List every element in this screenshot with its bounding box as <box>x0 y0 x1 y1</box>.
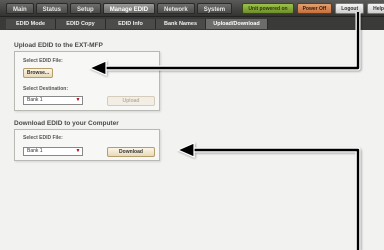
subtab-bank-names[interactable]: Bank Names <box>156 19 206 29</box>
subtab-edid-copy[interactable]: EDID Copy <box>56 19 106 29</box>
destination-select[interactable]: Bank 1 ▼ <box>23 96 83 105</box>
main-nav-bar: Main Status Setup Manage EDID Network Sy… <box>0 0 384 17</box>
help-button[interactable]: Help <box>367 3 384 14</box>
chevron-down-icon: ▼ <box>75 97 81 103</box>
sub-tabs: EDID Mode EDID Copy EDID Info Bank Names… <box>6 19 268 29</box>
download-panel: Select EDID File: Bank 1 ▼ Download <box>14 129 160 161</box>
download-section-title: Download EDID to your Computer <box>14 120 119 127</box>
subtab-edid-info[interactable]: EDID Info <box>106 19 156 29</box>
upload-select-file-label: Select EDID File: <box>23 58 63 64</box>
browse-button[interactable]: Browse... <box>23 68 53 78</box>
sub-nav-bar: EDID Mode EDID Copy EDID Info Bank Names… <box>0 17 384 30</box>
power-off-button[interactable]: Power Off <box>296 3 333 14</box>
destination-select-value: Bank 1 <box>27 97 43 103</box>
download-file-select-value: Bank 1 <box>27 148 43 154</box>
tab-network[interactable]: Network <box>157 3 195 14</box>
chevron-down-icon: ▼ <box>75 148 81 154</box>
header-buttons: Unit powered on Power Off Logout Help <box>242 3 384 14</box>
tab-main[interactable]: Main <box>6 3 34 14</box>
logout-button[interactable]: Logout <box>335 3 365 14</box>
tab-status[interactable]: Status <box>35 3 69 14</box>
subtab-upload-download[interactable]: Upload/Download <box>206 19 268 29</box>
content-area: Upload EDID to the EXT-MFP Select EDID F… <box>0 30 384 250</box>
upload-section-title: Upload EDID to the EXT-MFP <box>14 42 103 49</box>
download-file-select[interactable]: Bank 1 ▼ <box>23 147 83 156</box>
subtab-edid-mode[interactable]: EDID Mode <box>6 19 56 29</box>
tab-manage-edid[interactable]: Manage EDID <box>102 3 156 14</box>
main-tabs: Main Status Setup Manage EDID Network Sy… <box>6 3 233 14</box>
tab-system[interactable]: System <box>196 3 233 14</box>
download-select-file-label: Select EDID File: <box>23 135 63 141</box>
download-button[interactable]: Download <box>107 147 155 157</box>
upload-button[interactable]: Upload <box>107 96 155 106</box>
destination-label: Select Destination: <box>23 86 69 92</box>
upload-panel: Select EDID File: Browse... Select Desti… <box>14 51 160 111</box>
unit-status-button[interactable]: Unit powered on <box>242 3 294 14</box>
tab-setup[interactable]: Setup <box>70 3 101 14</box>
